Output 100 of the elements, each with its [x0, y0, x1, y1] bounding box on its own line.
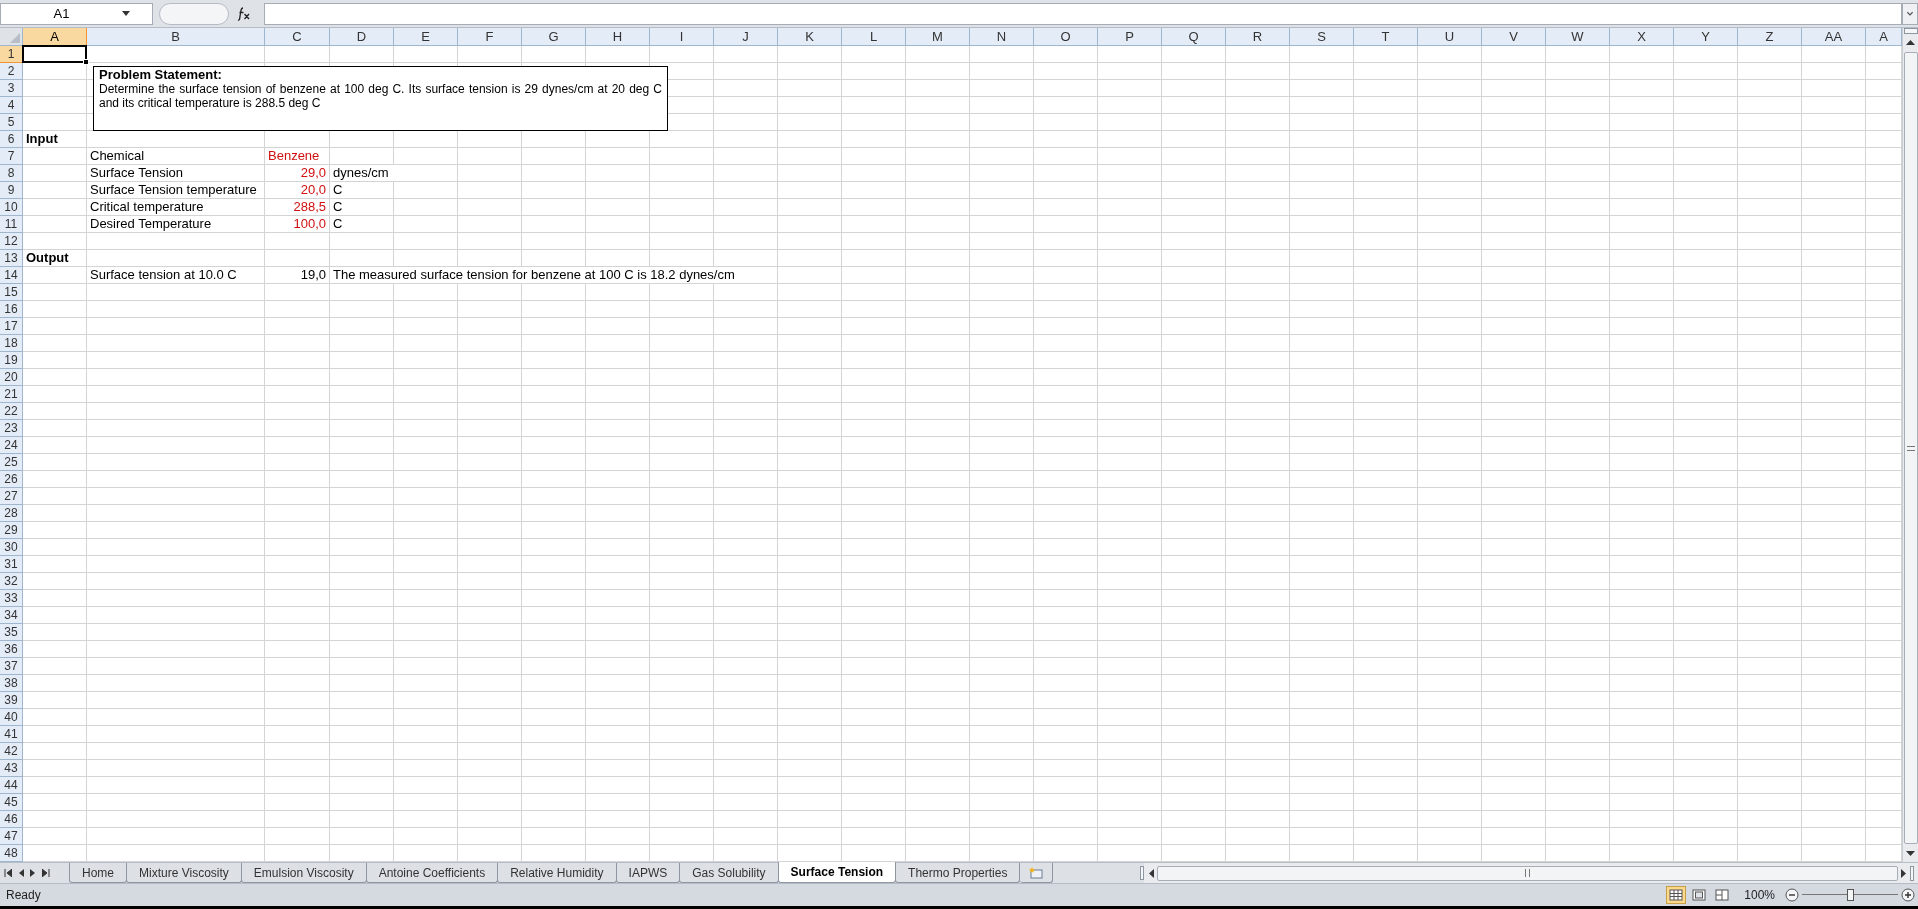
column-header[interactable]: Y	[1674, 28, 1738, 46]
row-header[interactable]: 40	[0, 709, 23, 726]
row-header[interactable]: 30	[0, 539, 23, 556]
row-header[interactable]: 24	[0, 437, 23, 454]
normal-view-button[interactable]	[1666, 886, 1687, 904]
column-header[interactable]: V	[1482, 28, 1546, 46]
column-header[interactable]: C	[265, 28, 330, 46]
text-box[interactable]: Problem Statement: Determine the surface tension of benzene at 100 deg C. Its surface tension is 29 dynes/cm at 20 deg C and its critical temperature is 288.5 deg C	[93, 66, 668, 131]
last-sheet-icon[interactable]	[42, 869, 50, 877]
row-header[interactable]: 19	[0, 352, 23, 369]
column-header[interactable]: S	[1290, 28, 1354, 46]
row-header[interactable]: 22	[0, 403, 23, 420]
scroll-right-icon[interactable]	[1901, 868, 1907, 878]
column-header[interactable]: N	[970, 28, 1034, 46]
fill-handle[interactable]	[83, 59, 89, 65]
column-header[interactable]: H	[586, 28, 650, 46]
sheet-tab[interactable]: Thermo Properties	[895, 863, 1021, 883]
scroll-left-icon[interactable]	[1148, 868, 1154, 878]
row-header[interactable]: 29	[0, 522, 23, 539]
row-header[interactable]: 2	[0, 63, 23, 80]
zoom-slider[interactable]	[1802, 888, 1898, 902]
row-header[interactable]: 27	[0, 488, 23, 505]
column-header[interactable]: U	[1418, 28, 1482, 46]
row-header[interactable]: 9	[0, 182, 23, 199]
zoom-out-icon[interactable]	[1785, 888, 1799, 902]
row-header[interactable]: 28	[0, 505, 23, 522]
row-header[interactable]: 11	[0, 216, 23, 233]
row-header[interactable]: 1	[0, 46, 23, 63]
row-header[interactable]: 41	[0, 726, 23, 743]
row-header[interactable]: 44	[0, 777, 23, 794]
column-header[interactable]: R	[1226, 28, 1290, 46]
column-header[interactable]: A	[1866, 28, 1902, 46]
row-header[interactable]: 5	[0, 114, 23, 131]
row-header[interactable]: 39	[0, 692, 23, 709]
column-header[interactable]: F	[458, 28, 522, 46]
first-sheet-icon[interactable]	[4, 869, 12, 877]
column-header[interactable]: Z	[1738, 28, 1802, 46]
row-header[interactable]: 38	[0, 675, 23, 692]
column-header[interactable]: I	[650, 28, 714, 46]
sheet-tab[interactable]: Surface Tension	[777, 862, 897, 883]
row-header[interactable]: 26	[0, 471, 23, 488]
row-header[interactable]: 6	[0, 131, 23, 148]
name-box[interactable]: A1	[0, 2, 153, 25]
formula-bar-grip[interactable]	[159, 2, 229, 25]
row-header[interactable]: 15	[0, 284, 23, 301]
row-header[interactable]: 18	[0, 335, 23, 352]
row-header[interactable]: 45	[0, 794, 23, 811]
row-header[interactable]: 12	[0, 233, 23, 250]
row-header[interactable]: 43	[0, 760, 23, 777]
column-header[interactable]: J	[714, 28, 778, 46]
row-header[interactable]: 36	[0, 641, 23, 658]
formula-input[interactable]	[264, 2, 1902, 25]
column-header[interactable]: Q	[1162, 28, 1226, 46]
row-header[interactable]: 25	[0, 454, 23, 471]
row-header[interactable]: 14	[0, 267, 23, 284]
row-header[interactable]: 37	[0, 658, 23, 675]
row-header[interactable]: 48	[0, 845, 23, 862]
column-header[interactable]: M	[906, 28, 970, 46]
row-header[interactable]: 10	[0, 199, 23, 216]
column-header[interactable]: B	[87, 28, 265, 46]
scroll-thumb[interactable]	[1157, 865, 1898, 881]
column-header[interactable]: AA	[1802, 28, 1866, 46]
row-header[interactable]: 17	[0, 318, 23, 335]
row-header[interactable]: 3	[0, 80, 23, 97]
row-header[interactable]: 32	[0, 573, 23, 590]
column-header[interactable]: X	[1610, 28, 1674, 46]
column-header[interactable]: K	[778, 28, 842, 46]
column-header[interactable]: O	[1034, 28, 1098, 46]
row-header[interactable]: 7	[0, 148, 23, 165]
zoom-percent[interactable]: 100%	[1744, 886, 1775, 904]
horizontal-scrollbar[interactable]	[1144, 863, 1918, 883]
column-header[interactable]: T	[1354, 28, 1418, 46]
row-header[interactable]: 46	[0, 811, 23, 828]
column-header[interactable]: W	[1546, 28, 1610, 46]
zoom-in-icon[interactable]	[1901, 888, 1915, 902]
column-header[interactable]: G	[522, 28, 586, 46]
column-header[interactable]: E	[394, 28, 458, 46]
column-header[interactable]: D	[330, 28, 394, 46]
column-header[interactable]: L	[842, 28, 906, 46]
zoom-slider-thumb[interactable]	[1846, 889, 1854, 901]
active-cell[interactable]	[22, 45, 87, 63]
sheet-tab[interactable]: Home	[69, 863, 127, 883]
row-header[interactable]: 31	[0, 556, 23, 573]
row-header[interactable]: 20	[0, 369, 23, 386]
row-header[interactable]: 13	[0, 250, 23, 267]
column-header[interactable]: P	[1098, 28, 1162, 46]
row-header[interactable]: 23	[0, 420, 23, 437]
row-header[interactable]: 42	[0, 743, 23, 760]
row-header[interactable]: 21	[0, 386, 23, 403]
row-header[interactable]: 16	[0, 301, 23, 318]
row-header[interactable]: 8	[0, 165, 23, 182]
previous-sheet-icon[interactable]	[18, 869, 24, 877]
function-icon[interactable]	[237, 6, 251, 21]
row-header[interactable]: 35	[0, 624, 23, 641]
next-sheet-icon[interactable]	[30, 869, 36, 877]
row-header[interactable]: 47	[0, 828, 23, 845]
row-header[interactable]: 34	[0, 607, 23, 624]
row-header[interactable]: 33	[0, 590, 23, 607]
column-header[interactable]: A	[23, 28, 87, 46]
row-header[interactable]: 4	[0, 97, 23, 114]
